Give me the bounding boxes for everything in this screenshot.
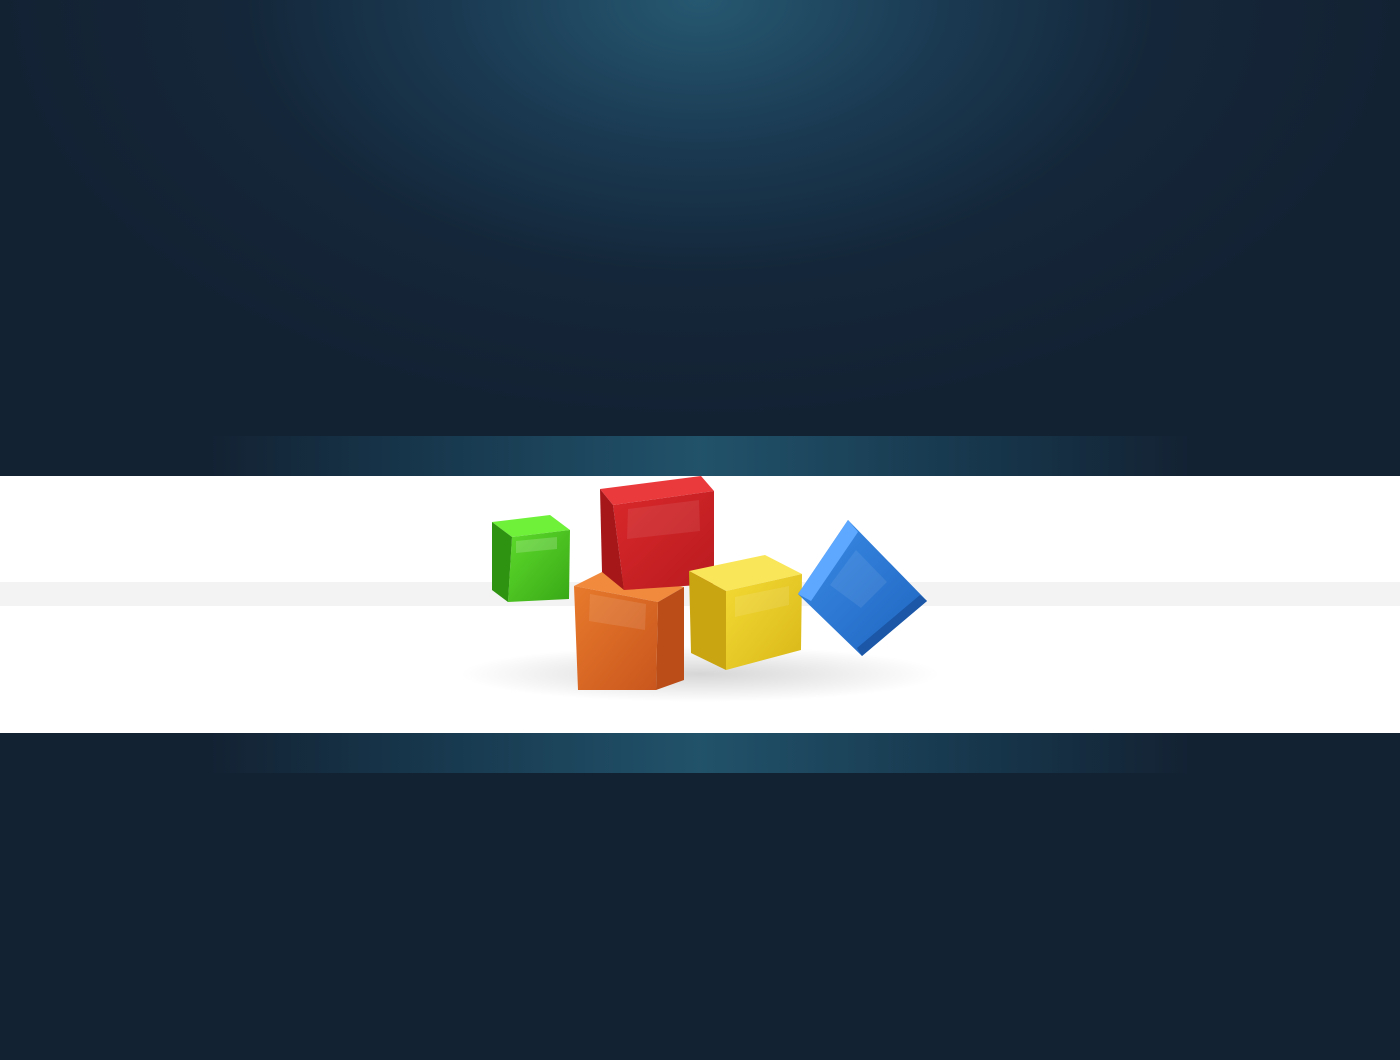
bottom-background: [0, 773, 1400, 1060]
hero-banner: [0, 476, 1400, 733]
page: [0, 0, 1400, 1060]
cubes-illustration: [0, 476, 1400, 733]
yellow-cube: [689, 555, 802, 670]
top-background: [0, 0, 1400, 436]
lower-glow-band: [0, 733, 1400, 773]
upper-glow-band: [0, 436, 1400, 476]
green-cube: [492, 515, 570, 602]
